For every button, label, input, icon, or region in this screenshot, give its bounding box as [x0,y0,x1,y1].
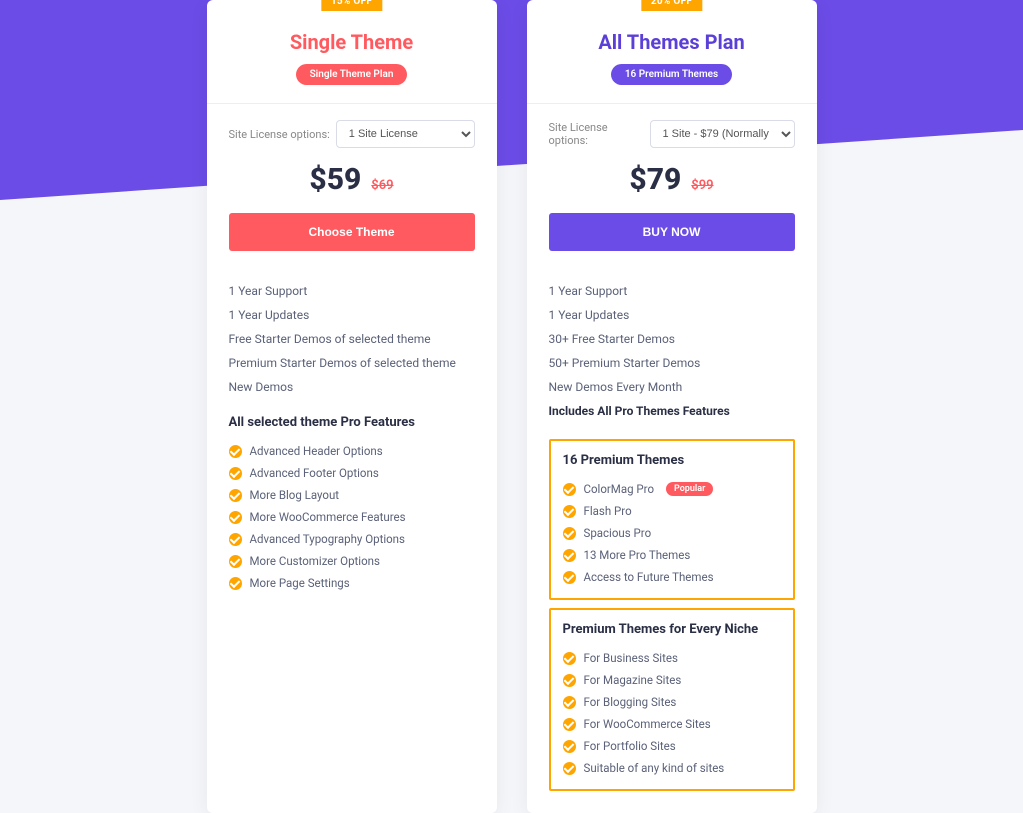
license-select[interactable]: 1 Site License [336,120,475,148]
list-item: Flash Pro [563,500,781,522]
check-icon [563,549,576,562]
check-icon [563,483,576,496]
plan-title: Single Theme [229,30,475,54]
feature-item: 1 Year Support [229,279,475,303]
check-icon [563,762,576,775]
list-item: Advanced Footer Options [229,462,475,484]
feature-item: Premium Starter Demos of selected theme [229,351,475,375]
check-icon [229,445,242,458]
price-old: $69 [371,178,393,193]
check-icon [563,740,576,753]
check-icon [563,505,576,518]
feature-item: 1 Year Support [549,279,795,303]
feature-list: 1 Year Support 1 Year Updates Free Start… [229,279,475,399]
choose-theme-button[interactable]: Choose Theme [229,213,475,251]
list-item: More Blog Layout [229,484,475,506]
license-select[interactable]: 1 Site - $79 (Normally [650,120,795,148]
pro-features-list: Advanced Header Options Advanced Footer … [229,440,475,594]
feature-item: Free Starter Demos of selected theme [229,327,475,351]
list-item: Advanced Typography Options [229,528,475,550]
pricing-card-all: 20% OFF All Themes Plan 16 Premium Theme… [527,0,817,813]
check-icon [563,696,576,709]
list-item: Access to Future Themes [563,566,781,588]
list-item: ColorMag ProPopular [563,478,781,500]
check-icon [563,718,576,731]
list-item: For Blogging Sites [563,691,781,713]
license-label: Site License options: [549,121,644,147]
list-item: 13 More Pro Themes [563,544,781,566]
price-current: $59 [309,162,361,197]
license-label: Site License options: [229,128,330,141]
check-icon [229,577,242,590]
plan-title: All Themes Plan [549,30,795,54]
price-current: $79 [629,162,681,197]
list-item: For Magazine Sites [563,669,781,691]
price-old: $99 [691,178,713,193]
feature-item: Includes All Pro Themes Features [549,399,795,423]
check-icon [229,489,242,502]
price-row: $79 $99 [549,162,795,197]
divider [207,103,497,104]
check-icon [563,652,576,665]
check-icon [229,511,242,524]
check-icon [229,555,242,568]
list-item: For Business Sites [563,647,781,669]
check-icon [563,674,576,687]
check-icon [229,467,242,480]
feature-item: New Demos Every Month [549,375,795,399]
discount-badge: 20% OFF [641,0,702,11]
pricing-card-single: 15% OFF Single Theme Single Theme Plan S… [207,0,497,813]
feature-item: 1 Year Updates [549,303,795,327]
divider [527,103,817,104]
plan-pill: Single Theme Plan [296,64,408,85]
discount-badge: 15% OFF [321,0,382,11]
list-item: For Portfolio Sites [563,735,781,757]
list-item: For WooCommerce Sites [563,713,781,735]
list-item: More Page Settings [229,572,475,594]
list-item: Suitable of any kind of sites [563,757,781,779]
feature-item: 1 Year Updates [229,303,475,327]
check-icon [563,527,576,540]
buy-now-button[interactable]: BUY NOW [549,213,795,251]
box-head: 16 Premium Themes [563,453,781,468]
niche-themes-box: Premium Themes for Every Niche For Busin… [549,608,795,791]
pro-features-head: All selected theme Pro Features [229,415,475,430]
premium-themes-box: 16 Premium Themes ColorMag ProPopular Fl… [549,439,795,600]
list-item: Advanced Header Options [229,440,475,462]
plan-pill: 16 Premium Themes [611,64,732,85]
list-item: Spacious Pro [563,522,781,544]
list-item: More Customizer Options [229,550,475,572]
box-head: Premium Themes for Every Niche [563,622,781,637]
list-item: More WooCommerce Features [229,506,475,528]
price-row: $59 $69 [229,162,475,197]
feature-list: 1 Year Support 1 Year Updates 30+ Free S… [549,279,795,423]
feature-item: New Demos [229,375,475,399]
popular-badge: Popular [666,482,713,496]
check-icon [563,571,576,584]
feature-item: 50+ Premium Starter Demos [549,351,795,375]
check-icon [229,533,242,546]
feature-item: 30+ Free Starter Demos [549,327,795,351]
